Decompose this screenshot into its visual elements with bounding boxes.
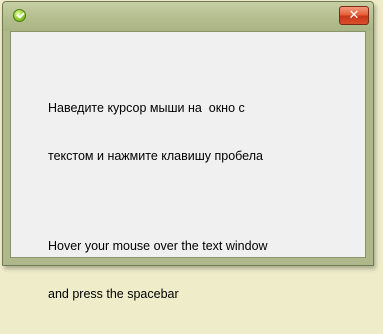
title-bar[interactable]: ✕ xyxy=(3,2,373,31)
instruction-russian-line-1: Наведите курсор мыши на окно с xyxy=(48,101,245,115)
instruction-russian-line-2: текстом и нажмите клавишу пробела xyxy=(48,149,263,163)
close-button[interactable]: ✕ xyxy=(339,6,369,25)
instruction-english-line-1: Hover your mouse over the text window xyxy=(48,239,268,253)
text-window[interactable]: Наведите курсор мыши на окно с текстом и… xyxy=(10,31,366,301)
instruction-english-line-2: and press the spacebar xyxy=(48,287,179,301)
close-icon: ✕ xyxy=(348,8,360,23)
instruction-english: Hover your mouse over the text window an… xyxy=(48,206,268,334)
dialog-window: ✕ Наведите курсор мыши на окно с текстом… xyxy=(2,1,374,301)
app-icon xyxy=(13,9,26,22)
instruction-russian: Наведите курсор мыши на окно с текстом и… xyxy=(48,68,263,196)
